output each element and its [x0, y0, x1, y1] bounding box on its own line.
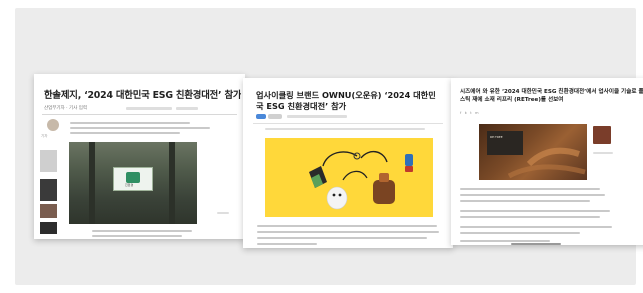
meta-line — [287, 115, 347, 118]
side-thumbnail[interactable] — [40, 179, 57, 201]
text-line — [70, 132, 180, 134]
divider — [253, 123, 443, 124]
text-line — [460, 232, 580, 234]
text-line — [460, 216, 600, 218]
logo-mark — [126, 172, 140, 183]
side-line — [217, 212, 229, 214]
article-title[interactable]: 시즈에어 와 유한 ‘2024 대한민국 ESG 친환경대전’에서 업사이클 기… — [460, 88, 643, 104]
keyring-illustration — [309, 151, 413, 210]
side-thumbnail[interactable] — [593, 126, 611, 144]
side-thumbnail[interactable] — [40, 150, 57, 172]
text-line — [460, 200, 590, 202]
exhibit-screen: 친환경 — [113, 167, 153, 191]
caption-line — [92, 235, 182, 237]
side-thumbnail[interactable] — [40, 222, 57, 234]
text-line — [257, 225, 437, 227]
category-badge[interactable] — [256, 114, 266, 119]
text-line — [460, 210, 610, 212]
side-thumbnail[interactable] — [40, 204, 57, 218]
article-title[interactable]: 한솔제지, ‘2024 대한민국 ESG 친환경대전’ 참가 — [44, 87, 241, 101]
text-line — [257, 237, 427, 239]
text-line — [70, 127, 210, 129]
tag-badge[interactable] — [268, 114, 282, 119]
text-line — [460, 194, 605, 196]
author-name: 기자 — [41, 134, 48, 138]
article-card-2[interactable]: 업사이클링 브랜드 OWNU(오운유) ‘2024 대한민국 ESG 친환경대전… — [243, 78, 453, 248]
subtitle-line — [265, 128, 425, 130]
text-line — [460, 188, 600, 190]
article-meta: 산업부기자 · 기사 입력 — [44, 106, 87, 111]
caption-line — [92, 230, 192, 232]
article-title[interactable]: 업사이클링 브랜드 OWNU(오운유) ‘2024 대한민국 ESG 친환경대전… — [256, 90, 442, 112]
text-line — [257, 243, 317, 245]
article-card-3[interactable]: 시즈에어 와 유한 ‘2024 대한민국 ESG 친환경대전’에서 업사이클 기… — [451, 78, 643, 245]
share-bar — [176, 107, 198, 110]
text-line — [460, 226, 612, 228]
divider — [42, 114, 237, 115]
article-photo: RE:TREE — [479, 124, 587, 180]
scroll-indicator — [511, 243, 561, 245]
article-card-1[interactable]: 한솔제지, ‘2024 대한민국 ESG 친환경대전’ 참가 산업부기자 · 기… — [34, 74, 245, 239]
avatar — [47, 119, 59, 131]
share-icons[interactable]: f k t m — [460, 111, 480, 115]
side-line — [593, 152, 613, 154]
product-photo — [265, 138, 433, 217]
share-bar — [126, 107, 172, 110]
text-line — [460, 240, 550, 242]
screenshot-backdrop: 한솔제지, ‘2024 대한민국 ESG 친환경대전’ 참가 산업부기자 · 기… — [15, 8, 643, 285]
text-line — [70, 122, 190, 124]
article-photo: 친환경 — [69, 142, 197, 224]
text-line — [257, 231, 439, 233]
